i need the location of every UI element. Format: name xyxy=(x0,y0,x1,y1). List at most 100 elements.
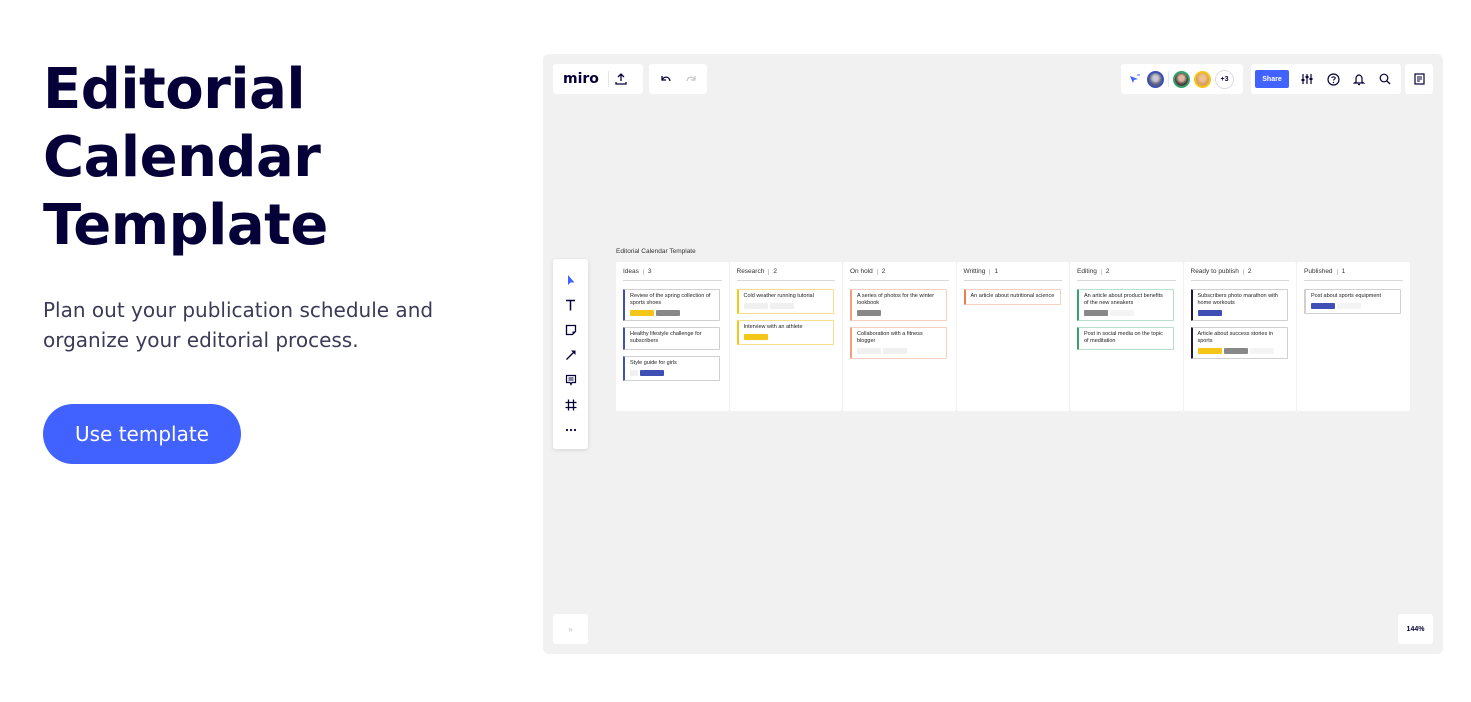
column-title: Published xyxy=(1304,268,1333,275)
bell-icon[interactable] xyxy=(1347,67,1371,91)
tag[interactable] xyxy=(640,370,664,376)
kanban-column: Published 1 Post about sports equipment xyxy=(1297,262,1410,411)
column-title: Ready to publish xyxy=(1190,268,1239,275)
notes-icon[interactable] xyxy=(1407,67,1431,91)
kanban-column: Editing 2 An article about product benefit… xyxy=(1070,262,1183,411)
card[interactable]: Subscribers photo marathon with home wor… xyxy=(1190,289,1288,321)
arrow-icon[interactable] xyxy=(559,342,583,367)
tag[interactable] xyxy=(630,310,654,316)
tag[interactable] xyxy=(857,310,881,316)
card-text: An article about nutritional science xyxy=(970,293,1055,299)
tag[interactable] xyxy=(656,310,680,316)
card-tags xyxy=(1197,310,1282,316)
divider xyxy=(989,268,991,275)
collaborators: +3 xyxy=(1121,64,1243,94)
tag[interactable] xyxy=(743,303,768,309)
tag[interactable] xyxy=(1197,348,1222,354)
card[interactable]: Post in social media on the topic of med… xyxy=(1077,327,1174,350)
select-icon[interactable] xyxy=(559,267,583,292)
card[interactable]: Cold weather running tutorial xyxy=(736,289,834,314)
tag[interactable] xyxy=(1337,303,1361,309)
settings-sliders-icon[interactable] xyxy=(1295,67,1319,91)
tag[interactable] xyxy=(1311,303,1335,309)
card-text: Subscribers photo marathon with home wor… xyxy=(1197,293,1278,306)
divider xyxy=(1336,268,1338,275)
zoom-level[interactable]: 144% xyxy=(1398,614,1433,644)
column-header: Editing 2 xyxy=(1077,262,1176,281)
text-icon[interactable] xyxy=(559,292,583,317)
tag[interactable] xyxy=(743,334,768,340)
card-text: Interview with an athlete xyxy=(743,324,803,330)
miro-logo[interactable]: miro xyxy=(553,71,609,87)
share-button[interactable]: Share xyxy=(1255,70,1289,88)
frame-icon[interactable] xyxy=(559,392,583,417)
frame-title: Editorial Calendar Template xyxy=(616,248,696,255)
card-text: Post in social media on the topic of med… xyxy=(1084,331,1163,344)
help-icon[interactable] xyxy=(1321,67,1345,91)
avatar[interactable] xyxy=(1173,70,1190,88)
card-tags xyxy=(857,310,941,316)
tag[interactable] xyxy=(1197,310,1222,316)
divider xyxy=(876,268,878,275)
card[interactable]: Collaboration with a fitness blogger xyxy=(850,327,947,359)
more-collaborators-badge[interactable]: +3 xyxy=(1215,69,1234,89)
card-tags xyxy=(630,310,714,316)
card[interactable]: Article about success stories in sports xyxy=(1190,327,1288,359)
column-count: 2 xyxy=(1105,268,1110,275)
card[interactable]: Interview with an athlete xyxy=(736,320,834,345)
column-title: Research xyxy=(736,268,765,275)
tag[interactable] xyxy=(1249,348,1274,354)
column-header: Published 1 xyxy=(1304,262,1403,281)
avatar[interactable] xyxy=(1147,70,1164,88)
card[interactable]: A series of photos for the winter lookbo… xyxy=(850,289,947,321)
more-icon[interactable] xyxy=(559,417,583,442)
kanban-column: Research 2 Cold weather running tutorial In… xyxy=(729,262,842,411)
tag[interactable] xyxy=(857,348,881,354)
card[interactable]: An article about nutritional science xyxy=(963,289,1061,305)
card[interactable]: An article about product benefits of the… xyxy=(1077,289,1174,321)
avatar[interactable] xyxy=(1194,70,1211,88)
column-count: 2 xyxy=(1247,268,1252,275)
card[interactable]: Style guide for girls xyxy=(623,356,720,381)
kanban-column: On hold 2 A series of photos for the winte… xyxy=(843,262,956,411)
column-title: Writting xyxy=(963,268,986,275)
column-header: Ideas 3 xyxy=(623,262,722,281)
card-text: Collaboration with a fitness blogger xyxy=(857,331,923,344)
card-tags xyxy=(743,303,828,309)
redo-icon[interactable] xyxy=(679,67,703,91)
card[interactable]: Review of the spring collection of sport… xyxy=(623,289,720,321)
sticky-note-icon[interactable] xyxy=(559,317,583,342)
page-title: Editorial Calendar Template xyxy=(43,56,483,260)
use-template-button[interactable]: Use template xyxy=(43,404,241,464)
toolbar-left: miro xyxy=(553,64,643,94)
card[interactable]: Post about sports equipment xyxy=(1304,289,1401,314)
card[interactable]: Healthy lifestyle challenge for subscrib… xyxy=(623,327,720,350)
card-text: An article about product benefits of the… xyxy=(1084,293,1163,306)
tag[interactable] xyxy=(1084,310,1108,316)
upload-icon[interactable] xyxy=(609,67,633,91)
kanban-columns: Ideas 3 Review of the spring collection of… xyxy=(616,262,1410,411)
card-tags xyxy=(1311,303,1395,309)
column-count: 2 xyxy=(773,268,777,275)
column-title: Editing xyxy=(1077,268,1097,275)
tag[interactable] xyxy=(883,348,907,354)
column-header: Writting 1 xyxy=(963,262,1062,281)
tag[interactable] xyxy=(630,370,638,376)
tag[interactable] xyxy=(769,303,794,309)
card-text: A series of photos for the winter lookbo… xyxy=(857,293,935,306)
comment-icon[interactable] xyxy=(559,367,583,392)
undo-icon[interactable] xyxy=(654,67,678,91)
tag[interactable] xyxy=(1223,348,1248,354)
expand-panel-button[interactable]: » xyxy=(553,614,588,644)
column-header: On hold 2 xyxy=(850,262,949,281)
kanban-column: Writting 1 An article about nutritional sc… xyxy=(956,262,1069,411)
column-title: Ideas xyxy=(623,268,639,275)
cursor-follow-icon[interactable] xyxy=(1127,67,1143,91)
tag[interactable] xyxy=(1110,310,1134,316)
divider xyxy=(642,268,644,275)
search-icon[interactable] xyxy=(1373,67,1397,91)
card-text: Article about success stories in sports xyxy=(1197,331,1274,344)
column-header: Research 2 xyxy=(736,262,835,281)
toolbar-history xyxy=(649,64,707,94)
divider xyxy=(1242,268,1244,275)
